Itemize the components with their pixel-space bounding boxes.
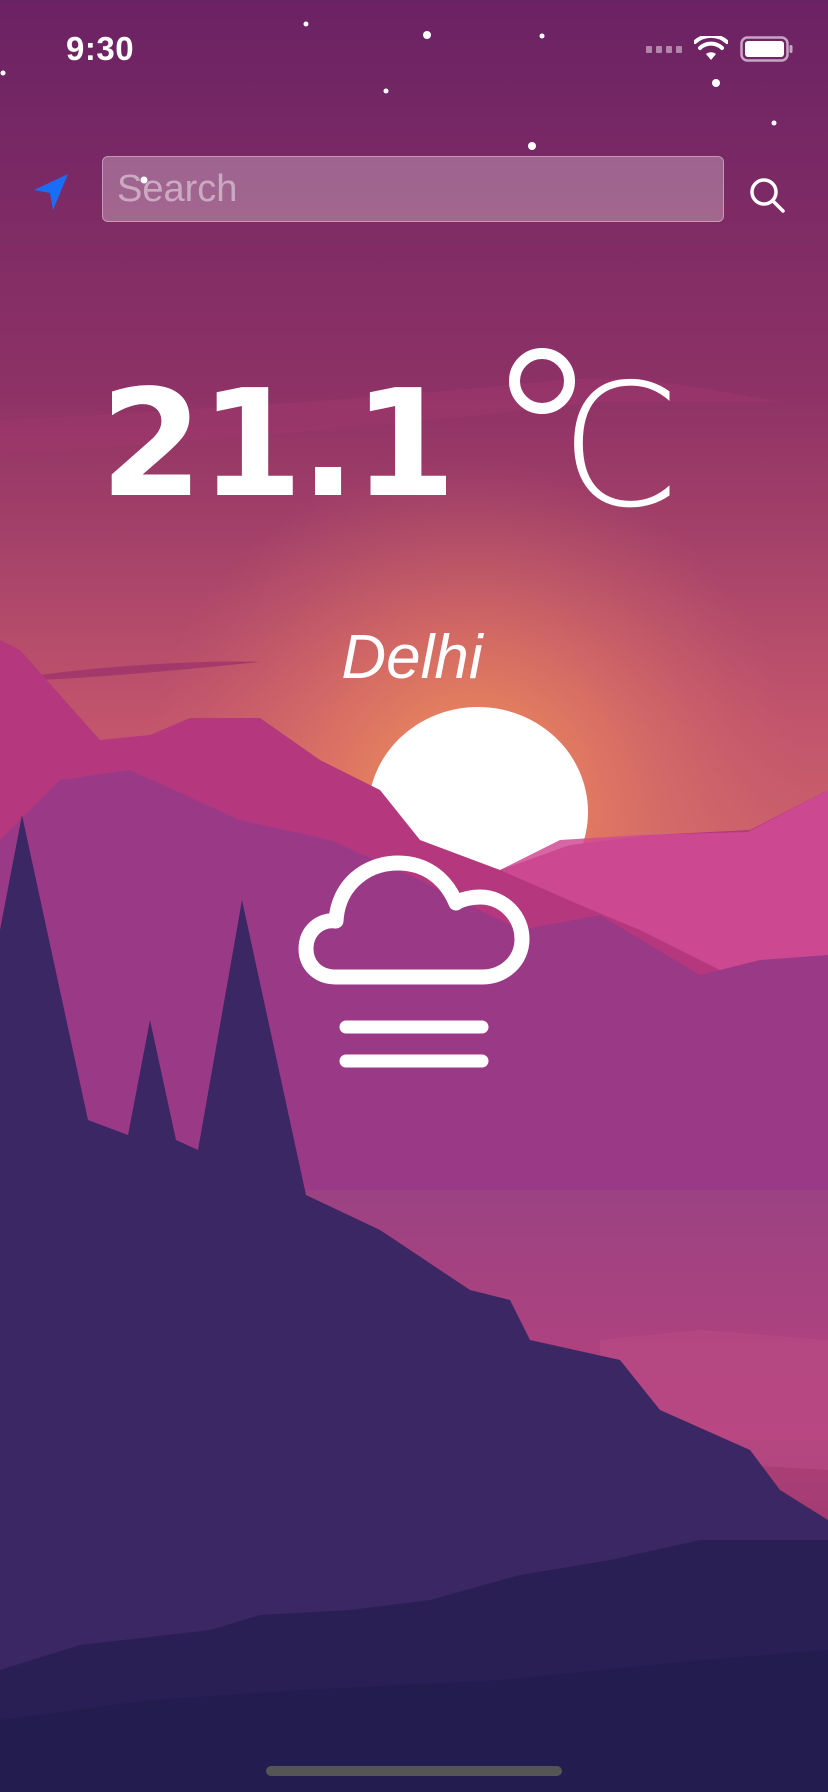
location-button[interactable] bbox=[28, 168, 76, 216]
fog-cloud-icon bbox=[298, 855, 530, 1068]
city-name-row: Delhi bbox=[0, 622, 828, 693]
temperature-value: 21.1 bbox=[100, 358, 456, 530]
status-icons bbox=[646, 34, 794, 64]
battery-icon bbox=[740, 36, 793, 62]
cellular-signal-icon bbox=[646, 45, 682, 53]
location-arrow-icon bbox=[34, 174, 68, 210]
search-button[interactable] bbox=[744, 172, 792, 220]
search-input[interactable] bbox=[102, 156, 724, 222]
wifi-icon bbox=[694, 36, 728, 60]
city-name: Delhi bbox=[341, 623, 483, 692]
temperature-unit: C bbox=[560, 348, 679, 546]
magnifier-icon bbox=[750, 178, 785, 213]
status-time: 9:30 bbox=[66, 30, 135, 67]
home-indicator[interactable] bbox=[266, 1766, 562, 1776]
